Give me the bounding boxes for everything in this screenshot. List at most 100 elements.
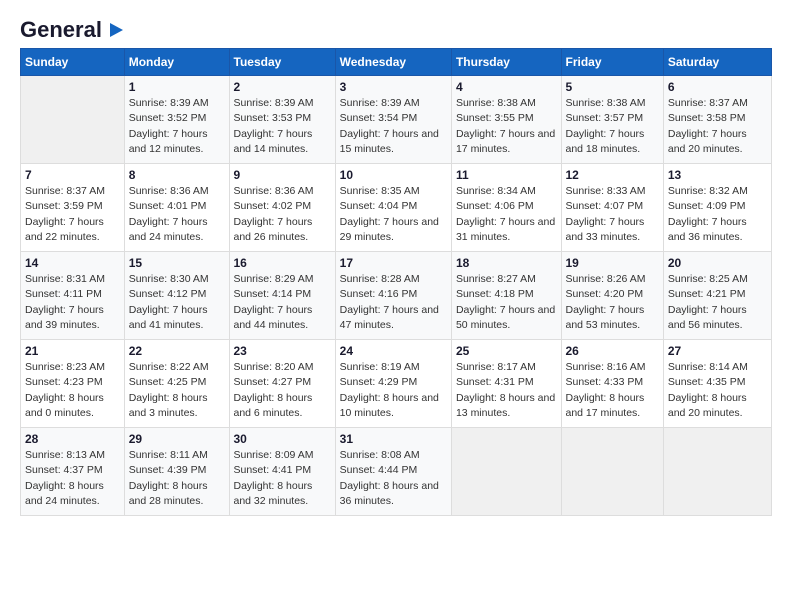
day-number: 4 xyxy=(456,80,557,94)
day-cell: 31Sunrise: 8:08 AMSunset: 4:44 PMDayligh… xyxy=(335,428,451,516)
day-cell: 2 Sunrise: 8:39 AMSunset: 3:53 PMDaylight… xyxy=(229,76,335,164)
day-info: Sunrise: 8:39 AMSunset: 3:53 PMDaylight:… xyxy=(234,96,331,157)
day-cell: 21 Sunrise: 8:23 AMSunset: 4:23 PMDayligh… xyxy=(21,340,125,428)
weekday-header-tuesday: Tuesday xyxy=(229,49,335,76)
day-cell xyxy=(21,76,125,164)
calendar-table: SundayMondayTuesdayWednesdayThursdayFrid… xyxy=(20,48,772,516)
day-number: 16 xyxy=(234,256,331,270)
day-cell: 22 Sunrise: 8:22 AMSunset: 4:25 PMDayligh… xyxy=(124,340,229,428)
weekday-header-saturday: Saturday xyxy=(663,49,771,76)
day-info: Sunrise: 8:37 AMSunset: 3:58 PMDaylight:… xyxy=(668,96,767,157)
day-info: Sunrise: 8:22 AMSunset: 4:25 PMDaylight:… xyxy=(129,360,225,421)
day-number: 20 xyxy=(668,256,767,270)
day-info: Sunrise: 8:32 AMSunset: 4:09 PMDaylight:… xyxy=(668,184,767,245)
day-cell: 25 Sunrise: 8:17 AMSunset: 4:31 PMDayligh… xyxy=(451,340,561,428)
day-number: 28 xyxy=(25,432,120,446)
day-cell: 1Sunrise: 8:39 AMSunset: 3:52 PMDaylight… xyxy=(124,76,229,164)
day-cell: 5 Sunrise: 8:38 AMSunset: 3:57 PMDaylight… xyxy=(561,76,663,164)
weekday-header-wednesday: Wednesday xyxy=(335,49,451,76)
day-cell: 14Sunrise: 8:31 AMSunset: 4:11 PMDayligh… xyxy=(21,252,125,340)
day-info: Sunrise: 8:23 AMSunset: 4:23 PMDaylight:… xyxy=(25,360,120,421)
week-row-1: 1Sunrise: 8:39 AMSunset: 3:52 PMDaylight… xyxy=(21,76,772,164)
day-cell: 13 Sunrise: 8:32 AMSunset: 4:09 PMDayligh… xyxy=(663,164,771,252)
logo: General xyxy=(20,18,123,38)
day-cell: 30 Sunrise: 8:09 AMSunset: 4:41 PMDayligh… xyxy=(229,428,335,516)
day-info: Sunrise: 8:17 AMSunset: 4:31 PMDaylight:… xyxy=(456,360,557,421)
day-info: Sunrise: 8:36 AMSunset: 4:02 PMDaylight:… xyxy=(234,184,331,245)
day-info: Sunrise: 8:33 AMSunset: 4:07 PMDaylight:… xyxy=(566,184,659,245)
page: General SundayMondayTuesdayWednesdayThur… xyxy=(0,0,792,526)
day-info: Sunrise: 8:37 AMSunset: 3:59 PMDaylight:… xyxy=(25,184,120,245)
weekday-header-row: SundayMondayTuesdayWednesdayThursdayFrid… xyxy=(21,49,772,76)
day-info: Sunrise: 8:26 AMSunset: 4:20 PMDaylight:… xyxy=(566,272,659,333)
day-cell: 16 Sunrise: 8:29 AMSunset: 4:14 PMDayligh… xyxy=(229,252,335,340)
day-number: 15 xyxy=(129,256,225,270)
day-number: 17 xyxy=(340,256,447,270)
day-cell: 18 Sunrise: 8:27 AMSunset: 4:18 PMDayligh… xyxy=(451,252,561,340)
day-number: 27 xyxy=(668,344,767,358)
day-cell xyxy=(451,428,561,516)
day-info: Sunrise: 8:29 AMSunset: 4:14 PMDaylight:… xyxy=(234,272,331,333)
day-cell: 7Sunrise: 8:37 AMSunset: 3:59 PMDaylight… xyxy=(21,164,125,252)
day-number: 2 xyxy=(234,80,331,94)
day-info: Sunrise: 8:27 AMSunset: 4:18 PMDaylight:… xyxy=(456,272,557,333)
week-row-5: 28 Sunrise: 8:13 AMSunset: 4:37 PMDayligh… xyxy=(21,428,772,516)
day-cell: 11 Sunrise: 8:34 AMSunset: 4:06 PMDayligh… xyxy=(451,164,561,252)
day-cell: 28 Sunrise: 8:13 AMSunset: 4:37 PMDayligh… xyxy=(21,428,125,516)
day-number: 22 xyxy=(129,344,225,358)
logo-text: General xyxy=(20,18,123,42)
day-info: Sunrise: 8:20 AMSunset: 4:27 PMDaylight:… xyxy=(234,360,331,421)
day-number: 25 xyxy=(456,344,557,358)
day-info: Sunrise: 8:28 AMSunset: 4:16 PMDaylight:… xyxy=(340,272,447,333)
day-info: Sunrise: 8:13 AMSunset: 4:37 PMDaylight:… xyxy=(25,448,120,509)
day-cell: 12 Sunrise: 8:33 AMSunset: 4:07 PMDayligh… xyxy=(561,164,663,252)
day-cell: 8 Sunrise: 8:36 AMSunset: 4:01 PMDaylight… xyxy=(124,164,229,252)
week-row-4: 21 Sunrise: 8:23 AMSunset: 4:23 PMDayligh… xyxy=(21,340,772,428)
day-info: Sunrise: 8:14 AMSunset: 4:35 PMDaylight:… xyxy=(668,360,767,421)
day-info: Sunrise: 8:16 AMSunset: 4:33 PMDaylight:… xyxy=(566,360,659,421)
day-number: 12 xyxy=(566,168,659,182)
day-number: 21 xyxy=(25,344,120,358)
day-cell: 9 Sunrise: 8:36 AMSunset: 4:02 PMDaylight… xyxy=(229,164,335,252)
day-number: 29 xyxy=(129,432,225,446)
day-number: 3 xyxy=(340,80,447,94)
day-cell: 29 Sunrise: 8:11 AMSunset: 4:39 PMDayligh… xyxy=(124,428,229,516)
day-number: 5 xyxy=(566,80,659,94)
day-info: Sunrise: 8:35 AMSunset: 4:04 PMDaylight:… xyxy=(340,184,447,245)
week-row-2: 7Sunrise: 8:37 AMSunset: 3:59 PMDaylight… xyxy=(21,164,772,252)
day-info: Sunrise: 8:36 AMSunset: 4:01 PMDaylight:… xyxy=(129,184,225,245)
day-info: Sunrise: 8:09 AMSunset: 4:41 PMDaylight:… xyxy=(234,448,331,509)
weekday-header-monday: Monday xyxy=(124,49,229,76)
day-info: Sunrise: 8:38 AMSunset: 3:57 PMDaylight:… xyxy=(566,96,659,157)
day-info: Sunrise: 8:19 AMSunset: 4:29 PMDaylight:… xyxy=(340,360,447,421)
day-number: 24 xyxy=(340,344,447,358)
day-cell: 6 Sunrise: 8:37 AMSunset: 3:58 PMDaylight… xyxy=(663,76,771,164)
day-cell: 3 Sunrise: 8:39 AMSunset: 3:54 PMDaylight… xyxy=(335,76,451,164)
day-number: 11 xyxy=(456,168,557,182)
day-number: 1 xyxy=(129,80,225,94)
day-number: 18 xyxy=(456,256,557,270)
day-info: Sunrise: 8:30 AMSunset: 4:12 PMDaylight:… xyxy=(129,272,225,333)
day-cell xyxy=(561,428,663,516)
day-cell: 27 Sunrise: 8:14 AMSunset: 4:35 PMDayligh… xyxy=(663,340,771,428)
weekday-header-thursday: Thursday xyxy=(451,49,561,76)
weekday-header-friday: Friday xyxy=(561,49,663,76)
day-cell: 4Sunrise: 8:38 AMSunset: 3:55 PMDaylight… xyxy=(451,76,561,164)
day-number: 13 xyxy=(668,168,767,182)
day-info: Sunrise: 8:11 AMSunset: 4:39 PMDaylight:… xyxy=(129,448,225,509)
day-number: 6 xyxy=(668,80,767,94)
day-number: 10 xyxy=(340,168,447,182)
day-cell: 15 Sunrise: 8:30 AMSunset: 4:12 PMDayligh… xyxy=(124,252,229,340)
day-number: 8 xyxy=(129,168,225,182)
day-number: 31 xyxy=(340,432,447,446)
day-info: Sunrise: 8:39 AMSunset: 3:54 PMDaylight:… xyxy=(340,96,447,157)
day-cell: 20Sunrise: 8:25 AMSunset: 4:21 PMDayligh… xyxy=(663,252,771,340)
day-cell: 26Sunrise: 8:16 AMSunset: 4:33 PMDayligh… xyxy=(561,340,663,428)
day-info: Sunrise: 8:31 AMSunset: 4:11 PMDaylight:… xyxy=(25,272,120,333)
day-cell xyxy=(663,428,771,516)
day-number: 9 xyxy=(234,168,331,182)
day-info: Sunrise: 8:34 AMSunset: 4:06 PMDaylight:… xyxy=(456,184,557,245)
day-number: 30 xyxy=(234,432,331,446)
day-number: 19 xyxy=(566,256,659,270)
day-number: 23 xyxy=(234,344,331,358)
